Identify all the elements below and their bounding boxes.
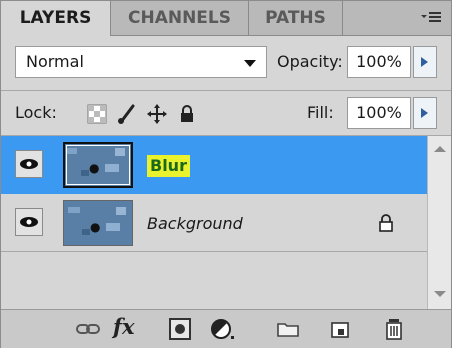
- layers-panel: LAYERS CHANNELS PATHS Normal Opacity: 10…: [0, 0, 452, 348]
- fill-field[interactable]: 100%: [347, 97, 411, 129]
- lock-all-icon[interactable]: [177, 104, 197, 124]
- layer-row-blur[interactable]: ● Blur: [1, 136, 427, 194]
- scroll-down-icon[interactable]: [434, 291, 446, 297]
- lock-fill-row: Lock: Fill: 100%: [1, 91, 451, 136]
- scroll-up-icon[interactable]: [434, 146, 446, 152]
- layers-list: ● Blur ● Background: [1, 136, 451, 309]
- opacity-field[interactable]: 100%: [347, 46, 411, 78]
- tab-paths[interactable]: PATHS: [249, 1, 343, 35]
- blend-mode-value: Normal: [26, 52, 84, 71]
- layer-name[interactable]: Blur: [147, 155, 190, 177]
- delete-layer-icon[interactable]: [381, 317, 407, 341]
- opacity-slider-button[interactable]: [413, 46, 437, 78]
- panel-menu-icon[interactable]: [419, 7, 443, 27]
- blend-mode-select[interactable]: Normal: [15, 46, 267, 78]
- layers-scrollbar[interactable]: [427, 136, 451, 309]
- blend-opacity-row: Normal Opacity: 100%: [1, 36, 451, 91]
- svg-text:●: ●: [90, 220, 100, 234]
- adjustment-layer-icon[interactable]: [209, 317, 235, 341]
- fx-icon[interactable]: fx: [113, 314, 135, 339]
- fill-label: Fill:: [307, 103, 334, 122]
- lock-image-pixels-icon[interactable]: [117, 104, 137, 124]
- add-layer-mask-icon[interactable]: [167, 317, 193, 341]
- tab-layers[interactable]: LAYERS: [1, 1, 111, 36]
- opacity-label: Opacity:: [277, 52, 343, 71]
- eye-icon[interactable]: [15, 208, 43, 236]
- svg-text:●: ●: [89, 161, 99, 175]
- new-layer-icon[interactable]: [327, 317, 353, 341]
- layer-thumbnail: ●: [63, 142, 133, 188]
- chevron-down-icon: [244, 60, 256, 67]
- eye-icon[interactable]: [15, 150, 43, 178]
- lock-label: Lock:: [15, 103, 57, 122]
- layers-footer-toolbar: fx: [1, 309, 451, 348]
- layer-name[interactable]: Background: [147, 213, 243, 235]
- tab-channels[interactable]: CHANNELS: [111, 1, 249, 35]
- tab-bar: LAYERS CHANNELS PATHS: [1, 1, 451, 36]
- link-layers-icon[interactable]: [75, 317, 101, 341]
- fill-slider-button[interactable]: [413, 97, 437, 129]
- lock-position-icon[interactable]: [147, 104, 167, 124]
- lock-transparent-pixels-icon[interactable]: [87, 104, 107, 124]
- arrow-right-icon: [421, 57, 428, 67]
- lock-icon: [379, 214, 393, 232]
- layer-thumbnail: ●: [63, 200, 133, 246]
- arrow-right-icon: [421, 108, 428, 118]
- new-group-icon[interactable]: [275, 317, 301, 341]
- layer-row-background[interactable]: ● Background: [1, 194, 427, 252]
